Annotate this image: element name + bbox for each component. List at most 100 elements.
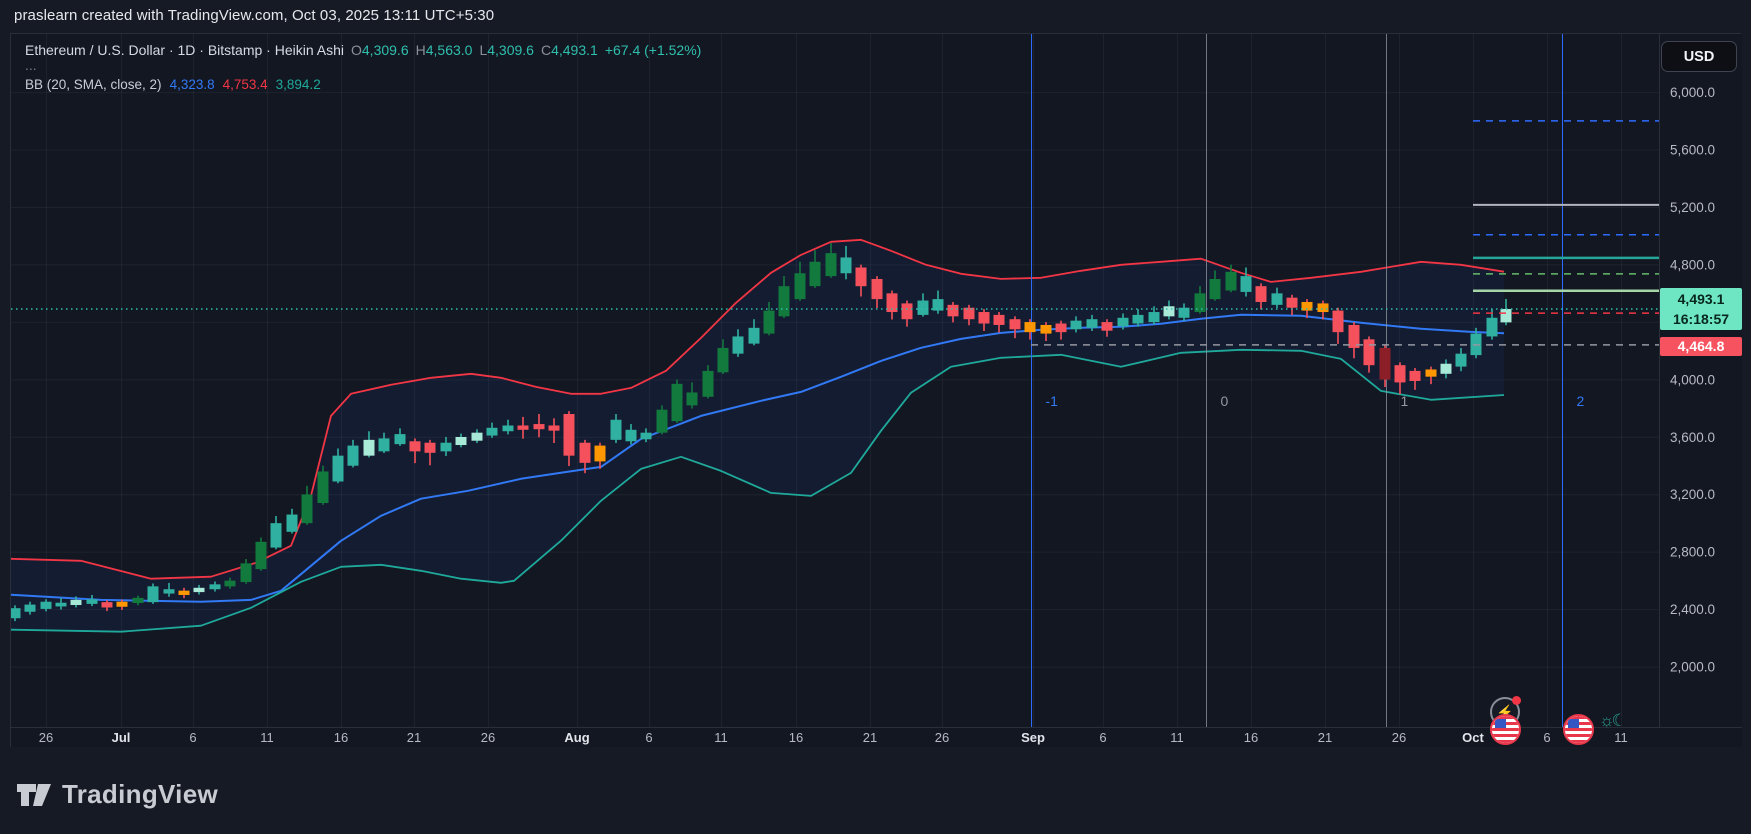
candle-body bbox=[302, 494, 313, 523]
time-tick-label: 6 bbox=[1543, 730, 1550, 745]
candle-body bbox=[425, 443, 436, 453]
alert-price-badge: 4,464.8 bbox=[1660, 337, 1742, 356]
time-tick-label: 11 bbox=[260, 730, 274, 745]
candle-body bbox=[1318, 303, 1329, 312]
candle-body bbox=[1149, 312, 1160, 322]
time-tick-label: 6 bbox=[1099, 730, 1106, 745]
candle-body bbox=[841, 257, 852, 273]
candle-body bbox=[1226, 272, 1237, 291]
candle-body bbox=[395, 434, 406, 444]
chart-panel[interactable]: -10126,000.05,600.05,200.04,800.04,000.0… bbox=[10, 33, 1741, 747]
candle-body bbox=[779, 286, 790, 316]
candle-body bbox=[503, 425, 514, 431]
candle-body bbox=[410, 441, 421, 451]
candle-body bbox=[379, 438, 390, 451]
candle-body bbox=[626, 430, 637, 441]
candle-body bbox=[487, 428, 498, 436]
candle-body bbox=[764, 311, 775, 334]
candle-body bbox=[994, 315, 1005, 325]
candle-body bbox=[56, 603, 67, 607]
ohlc-value: 4,309.6 bbox=[487, 42, 534, 58]
price-tick-label: 4,000.0 bbox=[1670, 372, 1715, 387]
candle-body bbox=[1456, 354, 1467, 367]
price-tick-label: 6,000.0 bbox=[1670, 85, 1715, 100]
candle-body bbox=[1395, 365, 1406, 382]
price-tick-label: 2,000.0 bbox=[1670, 660, 1715, 675]
candle-body bbox=[1410, 371, 1421, 381]
current-price-badge: 4,493.1 16:18:57 bbox=[1660, 288, 1742, 330]
price-tick-label: 2,400.0 bbox=[1670, 602, 1715, 617]
candle-body bbox=[102, 602, 113, 607]
candle-body bbox=[657, 410, 668, 433]
candle-body bbox=[441, 443, 452, 452]
candle-body bbox=[117, 602, 128, 607]
symbol-title: Ethereum / U.S. Dollar · 1D · Bitstamp ·… bbox=[25, 42, 344, 58]
price-tick-label: 5,600.0 bbox=[1670, 143, 1715, 158]
candle-body bbox=[148, 586, 159, 602]
candle-body bbox=[1333, 311, 1344, 333]
candle-body bbox=[287, 515, 298, 532]
price-chart-canvas[interactable]: -10126,000.05,600.05,200.04,800.04,000.0… bbox=[11, 34, 1742, 748]
candle-body bbox=[733, 336, 744, 353]
candle-body bbox=[41, 602, 52, 609]
time-tick-label: 26 bbox=[39, 730, 53, 745]
candle-body bbox=[549, 425, 560, 430]
page-footer: TradingView bbox=[0, 747, 1751, 834]
candle-body bbox=[611, 420, 622, 440]
candle-body bbox=[1256, 286, 1267, 302]
price-tick-label: 5,200.0 bbox=[1670, 200, 1715, 215]
candle-body bbox=[1426, 369, 1437, 376]
indicator-legend-row[interactable]: BB (20, SMA, close, 2)4,323.84,753.43,89… bbox=[25, 77, 701, 92]
symbol-legend-row[interactable]: Ethereum / U.S. Dollar · 1D · Bitstamp ·… bbox=[25, 42, 701, 58]
candle-body bbox=[1025, 322, 1036, 332]
candle-body bbox=[241, 563, 252, 582]
candle-body bbox=[348, 446, 359, 466]
candle-body bbox=[25, 605, 36, 612]
flag-canton bbox=[1568, 719, 1579, 728]
candle-body bbox=[225, 581, 236, 587]
candle-body bbox=[1164, 306, 1175, 316]
tradingview-logo[interactable]: TradingView bbox=[16, 779, 218, 810]
ohlc-value: 4,563.0 bbox=[426, 42, 473, 58]
candle-body bbox=[918, 301, 929, 315]
candle-body bbox=[256, 542, 267, 569]
candle-body bbox=[1501, 309, 1512, 322]
candle-body bbox=[1087, 319, 1098, 328]
sun-moon-session-icon[interactable]: ☼☾ bbox=[1599, 711, 1624, 731]
candle-body bbox=[795, 273, 806, 299]
candle-body bbox=[1287, 298, 1298, 308]
candle-body bbox=[1056, 324, 1067, 333]
candle-body bbox=[948, 305, 959, 316]
time-tick-label: 16 bbox=[789, 730, 803, 745]
time-tick-label: 21 bbox=[863, 730, 877, 745]
bar-countdown: 16:18:57 bbox=[1660, 309, 1742, 329]
candle-body bbox=[210, 584, 221, 589]
us-flag-icon[interactable] bbox=[1490, 714, 1521, 745]
time-tick-label: 21 bbox=[1318, 730, 1332, 745]
time-tick-label: 26 bbox=[935, 730, 949, 745]
time-tick-label: 26 bbox=[481, 730, 495, 745]
legend-more-button[interactable]: ... bbox=[25, 59, 701, 71]
offset-label: 0 bbox=[1221, 393, 1229, 409]
candle-body bbox=[564, 414, 575, 456]
candle-body bbox=[1133, 315, 1144, 324]
flag-canton bbox=[1495, 719, 1506, 728]
change-value: +67.4 (+1.52%) bbox=[605, 42, 702, 58]
offset-label: 2 bbox=[1577, 393, 1585, 409]
candle-body bbox=[749, 328, 760, 344]
indicator-value: 3,894.2 bbox=[276, 77, 321, 92]
us-flag-icon[interactable] bbox=[1563, 714, 1594, 745]
time-tick-label: 11 bbox=[1614, 730, 1628, 745]
ohlc-label: H bbox=[416, 42, 426, 58]
ohlc-label: O bbox=[351, 42, 362, 58]
time-tick-label: 26 bbox=[1392, 730, 1406, 745]
time-tick-label: Jul bbox=[112, 730, 131, 745]
currency-toggle-button[interactable]: USD bbox=[1661, 41, 1737, 72]
candle-body bbox=[856, 268, 867, 287]
price-tick-label: 3,600.0 bbox=[1670, 430, 1715, 445]
candle-body bbox=[472, 433, 483, 441]
candle-body bbox=[164, 589, 175, 593]
candle-body bbox=[902, 303, 913, 319]
candle-body bbox=[964, 308, 975, 319]
ohlc-value: 4,309.6 bbox=[362, 42, 409, 58]
